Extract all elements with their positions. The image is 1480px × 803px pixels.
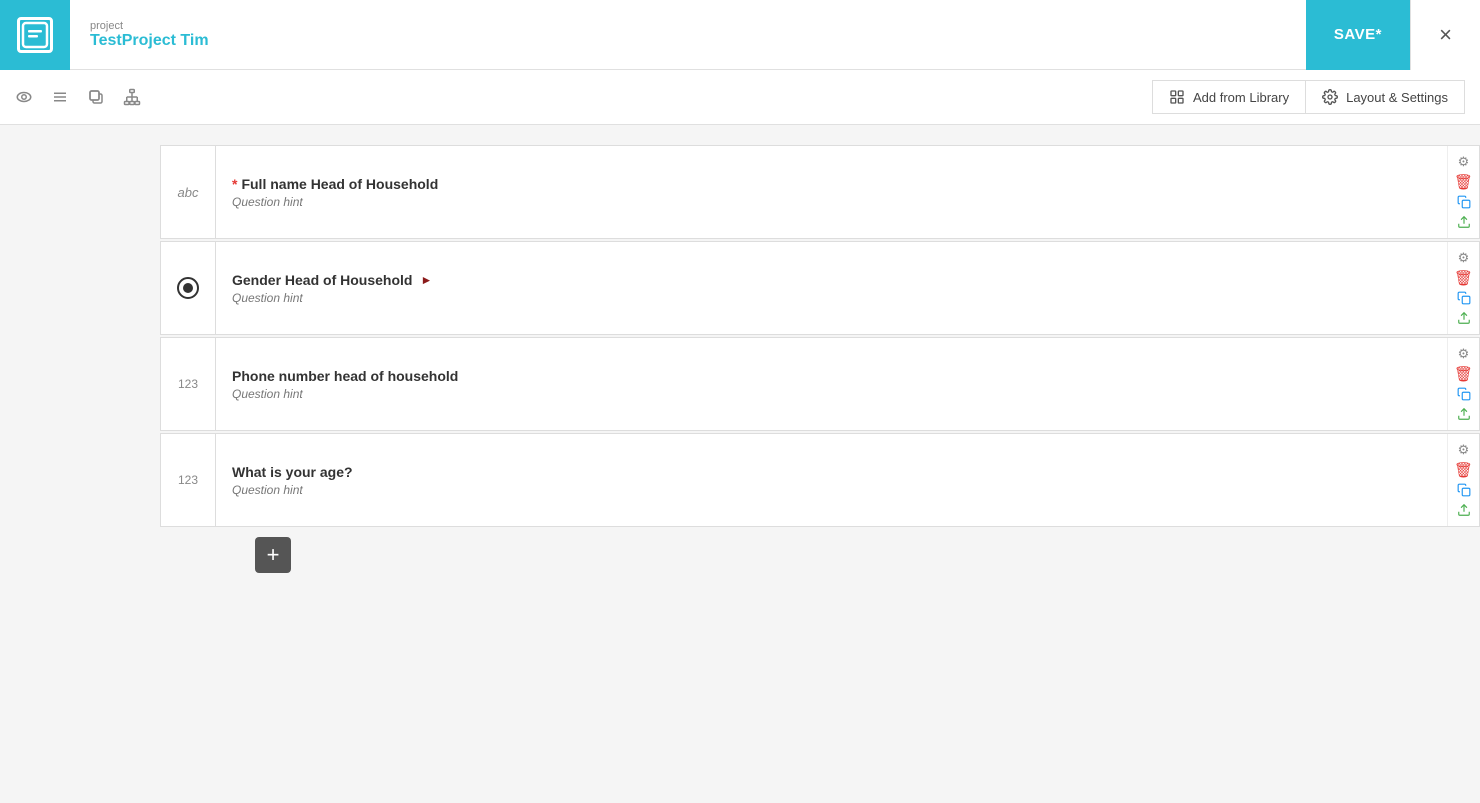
list-icon[interactable] xyxy=(51,88,69,106)
questions-area: abc * Full name Head of Household Questi… xyxy=(160,125,1480,803)
toolbar-left xyxy=(15,88,1152,106)
question-upload-icon[interactable] xyxy=(1454,404,1474,424)
layout-button-label: Layout & Settings xyxy=(1346,90,1448,105)
logo-box xyxy=(0,0,70,70)
app-logo-icon xyxy=(17,17,53,53)
project-user-text: Tim xyxy=(176,32,209,49)
question-text: Full name Head of Household xyxy=(241,176,438,192)
required-star: * xyxy=(232,176,237,192)
project-name: TestProject Tim xyxy=(90,32,1286,50)
add-question-button[interactable]: + xyxy=(255,537,291,573)
question-text: Gender Head of Household xyxy=(232,272,412,288)
question-type-label: abc xyxy=(178,185,199,200)
question-copy-icon[interactable] xyxy=(1454,288,1474,308)
add-question-container: + xyxy=(160,537,1480,573)
branch-arrow-icon: ► xyxy=(420,273,432,287)
save-button[interactable]: SAVE* xyxy=(1306,0,1410,70)
hierarchy-icon[interactable] xyxy=(123,88,141,106)
eye-icon[interactable] xyxy=(15,88,33,106)
question-copy-icon[interactable] xyxy=(1454,384,1474,404)
question-row: 123 What is your age? Question hint ⚙ 🗑 xyxy=(160,433,1480,527)
question-hint: Question hint xyxy=(232,195,1431,209)
question-actions: ⚙ 🗑 xyxy=(1447,242,1479,334)
question-label: What is your age? xyxy=(232,464,1431,480)
project-info: project TestProject Tim xyxy=(70,20,1306,50)
layout-settings-button[interactable]: Layout & Settings xyxy=(1305,80,1465,114)
toolbar-right: Add from Library Layout & Settings xyxy=(1152,80,1465,114)
library-icon xyxy=(1169,89,1185,105)
question-content: What is your age? Question hint xyxy=(216,434,1447,526)
duplicate-icon[interactable] xyxy=(87,88,105,106)
question-settings-icon[interactable]: ⚙ xyxy=(1454,248,1474,268)
header-actions: SAVE* × xyxy=(1306,0,1480,70)
question-label: Phone number head of household xyxy=(232,368,1431,384)
library-button-label: Add from Library xyxy=(1193,90,1289,105)
question-type-label: 123 xyxy=(178,377,198,391)
question-copy-icon[interactable] xyxy=(1454,192,1474,212)
question-type-cell-number: 123 xyxy=(161,338,216,430)
question-row: 123 Phone number head of household Quest… xyxy=(160,337,1480,431)
question-upload-icon[interactable] xyxy=(1454,308,1474,328)
question-hint: Question hint xyxy=(232,387,1431,401)
question-actions: ⚙ 🗑 xyxy=(1447,434,1479,526)
question-upload-icon[interactable] xyxy=(1454,500,1474,520)
question-upload-icon[interactable] xyxy=(1454,212,1474,232)
question-type-cell-radio xyxy=(161,242,216,334)
question-type-cell-text: abc xyxy=(161,146,216,238)
main-content: abc * Full name Head of Household Questi… xyxy=(0,125,1480,803)
project-label: project xyxy=(90,20,1286,32)
question-content: * Full name Head of Household Question h… xyxy=(216,146,1447,238)
question-hint: Question hint xyxy=(232,291,1431,305)
question-delete-icon[interactable]: 🗑 xyxy=(1454,364,1474,384)
question-content: Phone number head of household Question … xyxy=(216,338,1447,430)
radio-icon xyxy=(177,277,199,299)
question-delete-icon[interactable]: 🗑 xyxy=(1454,460,1474,480)
header: project TestProject Tim SAVE* × xyxy=(0,0,1480,70)
add-from-library-button[interactable]: Add from Library xyxy=(1152,80,1305,114)
close-button[interactable]: × xyxy=(1410,0,1480,70)
question-settings-icon[interactable]: ⚙ xyxy=(1454,440,1474,460)
question-type-cell-number2: 123 xyxy=(161,434,216,526)
question-text: What is your age? xyxy=(232,464,353,480)
toolbar: Add from Library Layout & Settings xyxy=(0,70,1480,125)
settings-icon xyxy=(1322,89,1338,105)
question-hint: Question hint xyxy=(232,483,1431,497)
question-label: Gender Head of Household ► xyxy=(232,272,1431,288)
question-copy-icon[interactable] xyxy=(1454,480,1474,500)
question-row: abc * Full name Head of Household Questi… xyxy=(160,145,1480,239)
question-settings-icon[interactable]: ⚙ xyxy=(1454,152,1474,172)
project-name-text: TestProject xyxy=(90,32,176,49)
question-actions: ⚙ 🗑 xyxy=(1447,338,1479,430)
question-row: Gender Head of Household ► Question hint… xyxy=(160,241,1480,335)
question-delete-icon[interactable]: 🗑 xyxy=(1454,268,1474,288)
question-actions: ⚙ 🗑 xyxy=(1447,146,1479,238)
question-type-label: 123 xyxy=(178,473,198,487)
question-label: * Full name Head of Household xyxy=(232,176,1431,192)
question-text: Phone number head of household xyxy=(232,368,458,384)
question-delete-icon[interactable]: 🗑 xyxy=(1454,172,1474,192)
question-content: Gender Head of Household ► Question hint xyxy=(216,242,1447,334)
sidebar-left xyxy=(0,125,160,803)
question-settings-icon[interactable]: ⚙ xyxy=(1454,344,1474,364)
